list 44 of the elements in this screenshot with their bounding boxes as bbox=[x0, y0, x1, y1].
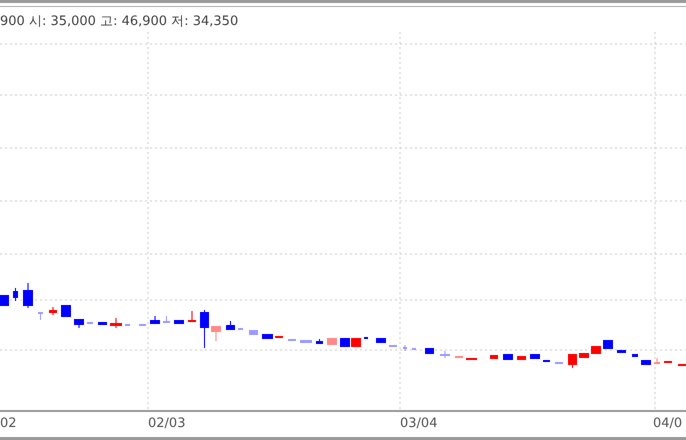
candle bbox=[262, 334, 273, 339]
candle bbox=[0, 295, 9, 306]
candle bbox=[249, 330, 258, 335]
candle bbox=[300, 340, 312, 343]
candle bbox=[200, 310, 209, 348]
candle bbox=[23, 282, 33, 308]
candle bbox=[188, 310, 196, 322]
candle bbox=[98, 322, 107, 325]
candle bbox=[74, 318, 84, 328]
candle bbox=[13, 288, 18, 302]
price-summary: 900 시: 35,000 고: 46,900 저: 34,350 bbox=[0, 13, 240, 31]
candle bbox=[211, 326, 221, 342]
candle bbox=[617, 350, 626, 353]
candle bbox=[654, 358, 660, 364]
candle bbox=[632, 354, 638, 357]
candle bbox=[376, 338, 386, 343]
candle bbox=[440, 350, 450, 358]
candle bbox=[641, 360, 651, 365]
candle bbox=[174, 320, 184, 324]
date-axis-label: 03/04 bbox=[400, 416, 438, 431]
candle bbox=[503, 354, 513, 360]
candle bbox=[579, 353, 589, 358]
candle bbox=[603, 340, 613, 349]
candle bbox=[403, 344, 407, 352]
candle bbox=[110, 318, 122, 328]
candle bbox=[150, 316, 160, 324]
candle bbox=[517, 356, 526, 360]
candle bbox=[49, 306, 57, 316]
candle bbox=[163, 316, 170, 324]
candle bbox=[38, 312, 43, 320]
candle bbox=[591, 346, 601, 354]
candle bbox=[327, 338, 337, 345]
date-axis-label: 02 bbox=[0, 416, 17, 431]
candle bbox=[340, 338, 350, 347]
candle bbox=[61, 305, 71, 317]
candle bbox=[351, 338, 361, 347]
candle bbox=[490, 355, 498, 359]
date-axis-label: 02/03 bbox=[148, 416, 186, 431]
candle bbox=[530, 354, 540, 359]
candle bbox=[316, 338, 323, 344]
candle bbox=[425, 348, 434, 354]
candle bbox=[226, 320, 235, 330]
date-axis-label: 04/0 bbox=[653, 416, 682, 431]
candle bbox=[568, 354, 577, 368]
